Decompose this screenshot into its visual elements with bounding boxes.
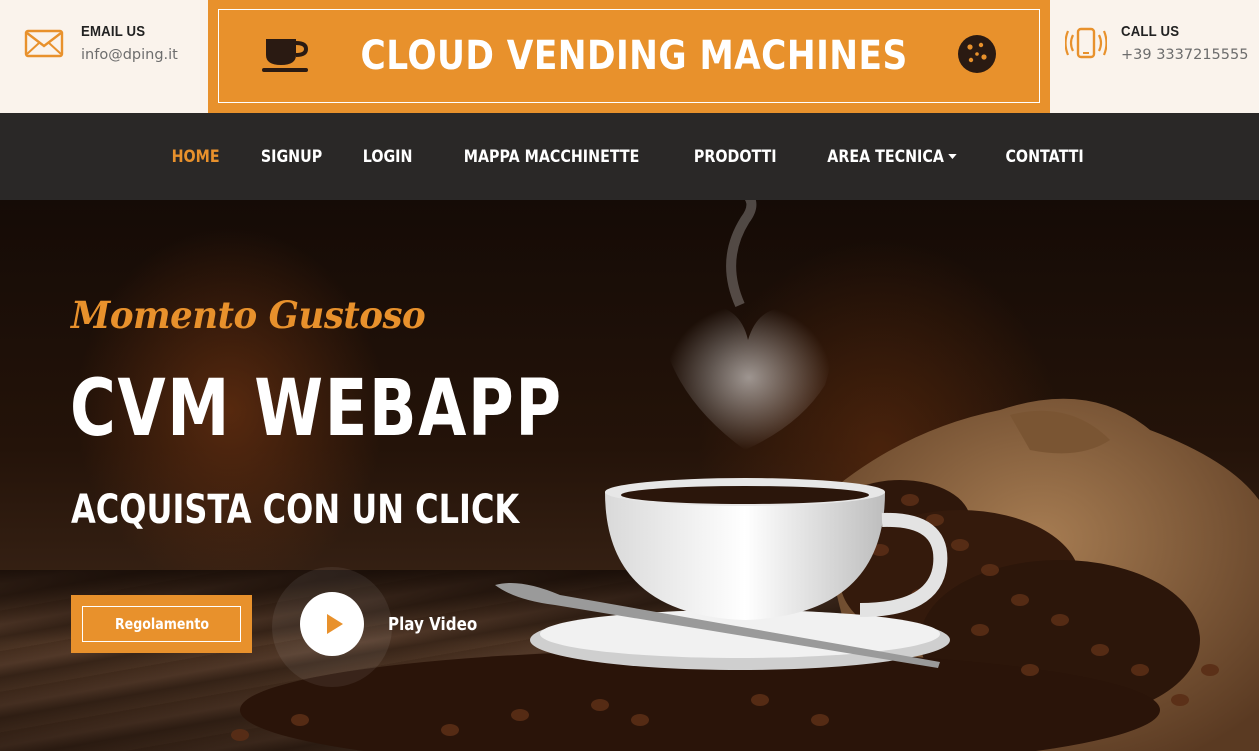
envelope-icon [24,22,66,64]
play-video-button[interactable] [300,592,364,656]
nav-item-prodotti[interactable]: PRODOTTI [694,147,777,167]
nav-item-mappa-macchinette[interactable]: MAPPA MACCHINETTE [464,147,640,167]
play-video-label[interactable]: Play Video [388,614,477,635]
brand-frame: CLOUD VENDING MACHINES [218,9,1040,103]
email-contact: EMAIL US info@dping.it [24,22,178,64]
cookie-icon [956,33,998,80]
nav-item-area-tecnica[interactable]: AREA TECNICA [826,146,957,167]
nav-item-signup[interactable]: SIGNUP [261,147,322,167]
hero-title: CVM WEBAPP [70,364,563,454]
nav-item-contatti[interactable]: CONTATTI [1006,147,1084,167]
main-nav: HOME SIGNUP LOGIN MAPPA MACCHINETTE PROD… [0,113,1259,200]
caret-down-icon [947,154,957,159]
nav-item-area-tecnica-label: AREA TECNICA [826,146,944,167]
phone-icon [1065,22,1107,64]
regolamento-button-frame: Regolamento [82,606,241,642]
phone-label: CALL US [1121,23,1180,40]
play-icon [326,614,343,634]
email-value[interactable]: info@dping.it [81,47,178,63]
hero-subtitle: ACQUISTA CON UN CLICK [71,487,520,533]
brand-title: CLOUD VENDING MACHINES [360,33,908,79]
regolamento-button-label: Regolamento [114,615,209,633]
top-contact-bar: EMAIL US info@dping.it CLOUD VENDING MAC… [0,0,1259,113]
hero-tagline: Momento Gustoso [71,293,426,337]
regolamento-button[interactable]: Regolamento [71,595,252,653]
coffee-hero-image [231,200,1259,751]
nav-item-login[interactable]: LOGIN [362,147,412,167]
coffee-cup-icon [260,35,312,80]
email-label: EMAIL US [81,23,146,40]
phone-value[interactable]: +39 3337215555 [1121,47,1248,63]
hero-section: Momento Gustoso CVM WEBAPP ACQUISTA CON … [0,200,1259,751]
nav-item-home[interactable]: HOME [172,147,220,167]
brand-banner: CLOUD VENDING MACHINES [208,0,1050,113]
phone-contact: CALL US +39 3337215555 [1065,22,1248,64]
